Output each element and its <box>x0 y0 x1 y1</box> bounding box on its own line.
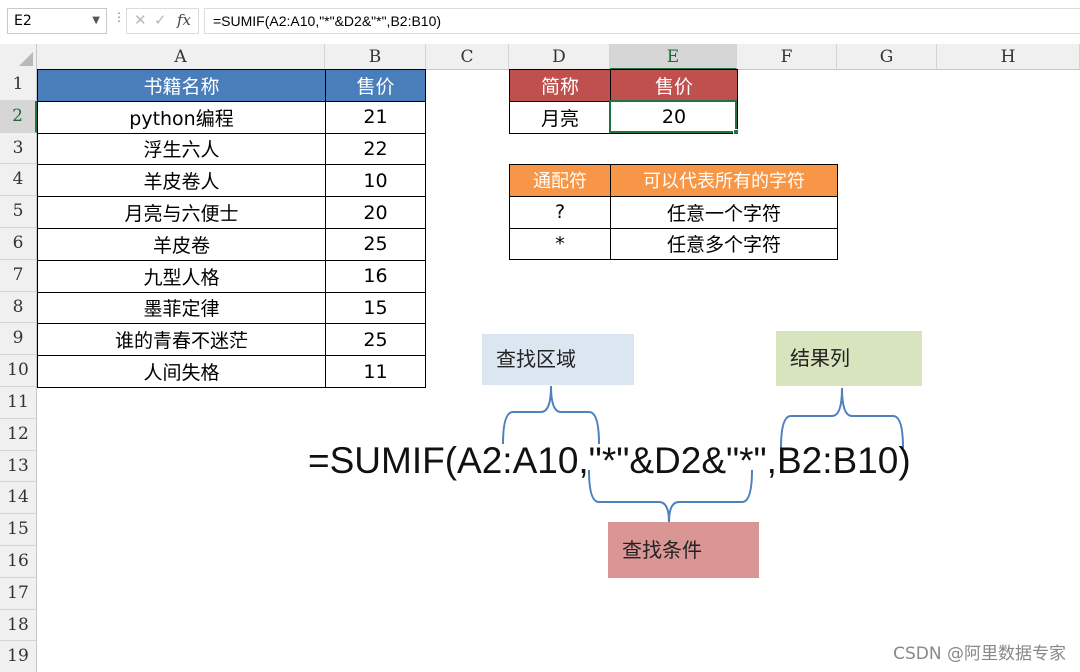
watermark: CSDN @阿里数据专家 <box>893 644 1066 664</box>
sum-brace <box>780 387 904 449</box>
formula-display: =SUMIF(A2:A10,"*"&D2&"*",B2:B10) <box>308 440 911 481</box>
annotation-braces <box>502 385 904 523</box>
range-brace <box>502 385 600 445</box>
